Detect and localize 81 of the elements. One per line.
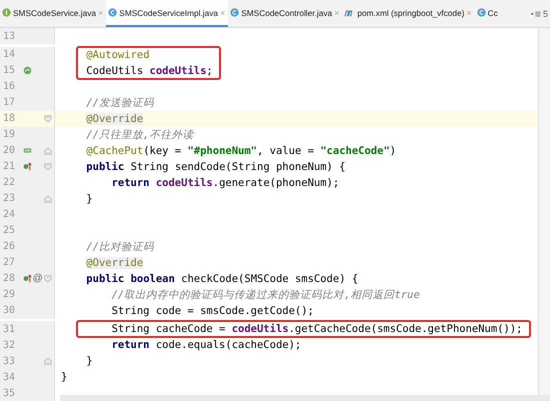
keyword: public <box>86 272 124 284</box>
code-text: , value = <box>257 144 315 156</box>
editor-tab[interactable]: SMSCodeController.java × <box>228 0 342 27</box>
editor-tab[interactable]: SMSCodeServiceImpl.java × <box>106 0 228 27</box>
bean-icon[interactable] <box>22 66 32 75</box>
gutter-marker[interactable]: @ <box>32 274 43 284</box>
implements-arrow-icon[interactable] <box>22 162 32 171</box>
string-literal: "#phoneNum" <box>187 144 258 156</box>
line-number: 25 <box>2 225 16 236</box>
line-number: 17 <box>2 97 16 108</box>
fold-icon[interactable] <box>44 274 52 282</box>
horizontal-scrollbar[interactable] <box>60 395 550 401</box>
class-icon <box>108 8 118 17</box>
fold-icon[interactable] <box>44 146 52 154</box>
line-number: 15 <box>2 65 16 76</box>
line-number: 21 <box>2 161 16 172</box>
code-text: } <box>86 192 93 204</box>
tab-overflow-button[interactable]: 5 <box>530 0 550 27</box>
line-number: 14 <box>2 49 16 60</box>
line-number: 20 <box>2 145 16 156</box>
line-number: 32 <box>2 340 16 350</box>
line-number: 33 <box>2 356 16 366</box>
code-text: ) <box>390 144 396 156</box>
keyword: return <box>112 176 150 188</box>
editor-tab[interactable]: SMSCodeService.java × <box>0 0 106 27</box>
line-number: 18 <box>2 113 16 124</box>
code-text: .getCacheCode(smsCode.getPhoneNum()); <box>288 323 522 335</box>
annotation: @Override <box>86 112 144 124</box>
maven-m-icon <box>344 8 356 17</box>
annotation: @CachePut <box>86 144 144 156</box>
code-text: checkCode(SMSCode smsCode) { <box>181 272 358 284</box>
code-text: String cacheCode = <box>112 323 226 335</box>
code-text: code.equals(cacheCode); <box>156 339 302 351</box>
line-number: 23 <box>2 193 16 204</box>
code-text: .generate(phoneNum); <box>212 176 340 188</box>
line-number: 27 <box>2 257 16 268</box>
code-comment: //发送验证码 <box>86 96 154 108</box>
line-number: 26 <box>2 241 16 252</box>
annotation: @Override <box>86 256 144 268</box>
scrollbar-track[interactable] <box>538 28 550 395</box>
line-number: 34 <box>2 372 16 382</box>
code-text: ; <box>206 64 213 76</box>
line-number: 29 <box>2 289 16 300</box>
code-comment: //取出内存中的验证码与传递过来的验证码比对,相同返回true <box>112 288 420 300</box>
code-text: } <box>61 371 68 383</box>
line-number: 13 <box>2 30 16 42</box>
fold-icon[interactable] <box>44 162 52 170</box>
editor-tab[interactable]: pom.xml (springboot_vfcode) × <box>342 0 475 27</box>
code-comment: //比对验证码 <box>86 240 154 252</box>
line-number: 16 <box>2 81 16 92</box>
implements-arrow-icon[interactable] <box>22 274 32 283</box>
keyword: boolean <box>130 272 175 284</box>
code-text: CodeUtils <box>86 64 144 76</box>
field-name: codeUtils <box>150 64 206 76</box>
line-number: 31 <box>2 324 16 334</box>
line-number: 22 <box>2 177 16 188</box>
code-text: String code = smsCode.getCode(); <box>112 304 314 316</box>
string-literal: "cacheCode" <box>320 144 390 156</box>
field-name: codeUtils <box>232 323 289 335</box>
field-name: codeUtils <box>156 176 213 188</box>
annotation: @Autowired <box>86 48 150 60</box>
class-icon <box>230 8 240 17</box>
line-number: 30 <box>2 305 16 316</box>
code-comment: //只往里放,不往外读 <box>86 128 194 140</box>
editor-tab[interactable]: Cc <box>474 0 501 27</box>
code-text: } <box>86 355 93 367</box>
class-icon <box>476 8 486 17</box>
keyword: return <box>112 339 150 351</box>
code-text: (key = <box>143 144 182 156</box>
interface-icon <box>2 8 11 17</box>
code-text: String sendCode(String phoneNum) { <box>130 160 346 172</box>
line-number: 24 <box>2 209 16 220</box>
keyword: public <box>86 160 124 172</box>
fold-icon[interactable] <box>44 114 52 122</box>
line-number: 19 <box>2 129 16 140</box>
line-number: 28 <box>2 273 16 284</box>
cache-icon[interactable] <box>22 146 32 155</box>
line-number: 35 <box>2 388 16 398</box>
list-caret-icon <box>530 10 542 18</box>
fold-icon[interactable] <box>44 357 52 365</box>
fold-icon[interactable] <box>44 194 52 202</box>
